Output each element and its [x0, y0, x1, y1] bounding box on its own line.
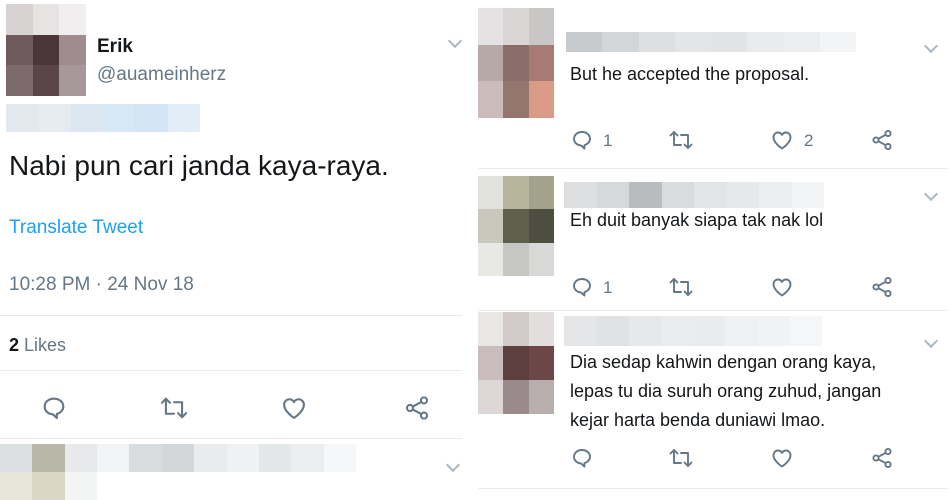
share-icon[interactable]	[870, 446, 894, 470]
like-icon[interactable]	[770, 446, 794, 470]
blurred-username	[564, 182, 824, 208]
retweet-icon[interactable]	[668, 275, 694, 299]
chevron-down-icon[interactable]	[447, 33, 463, 49]
retweet-icon[interactable]	[159, 394, 189, 422]
avatar[interactable]	[478, 176, 554, 276]
reply-text: But he accepted the proposal.	[570, 64, 810, 84]
blurred-username	[566, 32, 856, 52]
tweet-timestamp[interactable]: 10:28 PM · 24 Nov 18	[9, 274, 194, 296]
avatar[interactable]	[478, 8, 554, 118]
reply-count: 1	[603, 278, 613, 297]
author-handle[interactable]: @auameinherz	[97, 64, 226, 86]
reply-icon[interactable]	[570, 275, 594, 299]
like-count: 2	[804, 131, 814, 150]
divider	[0, 370, 462, 371]
retweet-icon[interactable]	[668, 128, 694, 152]
panel-separator	[466, 0, 478, 500]
reply-count: 1	[603, 131, 613, 150]
share-icon[interactable]	[870, 275, 894, 299]
blurred-username	[564, 316, 822, 346]
blurred-reply-context	[6, 104, 200, 132]
share-icon[interactable]	[403, 394, 431, 422]
likes-label: Likes	[24, 335, 67, 355]
like-icon[interactable]	[770, 128, 794, 152]
likes-count: 2	[9, 335, 20, 355]
reply-text-line-3: kejar harta benda duniawi lmao.	[570, 410, 826, 430]
like-icon[interactable]	[280, 394, 308, 422]
like-icon[interactable]	[770, 275, 794, 299]
chevron-down-icon[interactable]	[923, 38, 939, 54]
reply-icon[interactable]	[570, 128, 594, 152]
reply-text: Eh duit banyak siapa tak nak lol	[570, 210, 824, 230]
share-icon[interactable]	[870, 128, 894, 152]
chevron-down-icon[interactable]	[445, 457, 461, 473]
reply-icon[interactable]	[40, 394, 68, 422]
reply-icon[interactable]	[570, 446, 594, 470]
divider	[0, 438, 462, 439]
reply-text-line-2: lepas tu dia suruh orang zuhud, jangan	[570, 381, 882, 401]
reply-text-line-1: Dia sedap kahwin dengan orang kaya,	[570, 352, 877, 372]
translate-tweet-link[interactable]: Translate Tweet	[9, 217, 143, 239]
divider	[0, 315, 462, 316]
retweet-icon[interactable]	[668, 446, 694, 470]
divider	[478, 488, 948, 489]
blurred-next-reply	[0, 444, 356, 500]
avatar[interactable]	[6, 4, 86, 96]
main-tweet-panel: Erik @auameinherz Nabi pun cari janda ka…	[0, 0, 466, 500]
divider	[478, 168, 948, 169]
divider	[478, 310, 948, 311]
likes-summary[interactable]: 2 Likes	[9, 335, 66, 356]
author-name[interactable]: Erik	[97, 36, 133, 58]
avatar[interactable]	[478, 312, 554, 414]
tweet-text: Nabi pun cari janda kaya-raya.	[9, 150, 389, 181]
